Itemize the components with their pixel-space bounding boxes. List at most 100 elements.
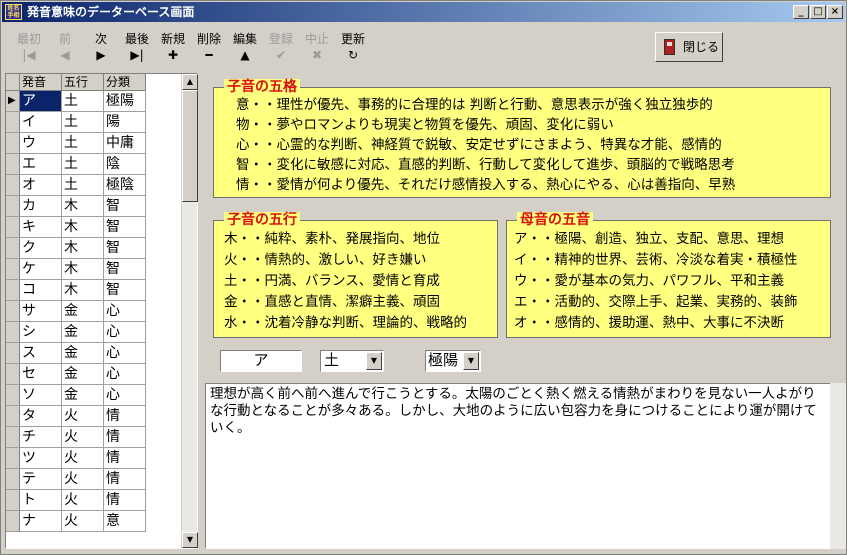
last-record-button[interactable]: 最後 ▶|	[119, 27, 155, 67]
row-indicator[interactable]	[6, 238, 20, 259]
cancel-edit-button[interactable]: 中止 ✖	[299, 27, 335, 67]
row-indicator[interactable]	[6, 133, 20, 154]
scroll-thumb[interactable]	[182, 90, 198, 202]
column-header-sound[interactable]: 発音	[20, 74, 62, 91]
table-row[interactable]: ウ土中庸	[6, 133, 181, 154]
element-cell[interactable]: 火	[62, 490, 104, 511]
element-cell[interactable]: 土	[62, 112, 104, 133]
chevron-down-icon[interactable]: ▼	[366, 352, 382, 370]
next-record-button[interactable]: 次 ▶	[83, 27, 119, 67]
element-cell[interactable]: 火	[62, 427, 104, 448]
element-cell[interactable]: 木	[62, 280, 104, 301]
category-cell[interactable]: 智	[104, 280, 146, 301]
column-header-element[interactable]: 五行	[62, 74, 104, 91]
row-indicator[interactable]	[6, 175, 20, 196]
category-select[interactable]: 極陽 ▼	[425, 350, 481, 372]
sound-cell[interactable]: ツ	[20, 448, 62, 469]
sound-cell[interactable]: ク	[20, 238, 62, 259]
table-row[interactable]: キ木智	[6, 217, 181, 238]
table-row[interactable]: イ土陽	[6, 112, 181, 133]
table-row[interactable]: ナ火意	[6, 511, 181, 532]
element-cell[interactable]: 火	[62, 511, 104, 532]
row-indicator[interactable]	[6, 280, 20, 301]
sound-cell[interactable]: シ	[20, 322, 62, 343]
category-cell[interactable]: 中庸	[104, 133, 146, 154]
category-cell[interactable]: 意	[104, 511, 146, 532]
title-bar[interactable]: 姓名手相 発音意味のデーターベース画面 _ □ ×	[2, 2, 845, 22]
category-cell[interactable]: 極陽	[104, 91, 146, 112]
row-indicator[interactable]	[6, 448, 20, 469]
category-cell[interactable]: 情	[104, 427, 146, 448]
category-cell[interactable]: 心	[104, 364, 146, 385]
row-indicator[interactable]	[6, 364, 20, 385]
sound-cell[interactable]: テ	[20, 469, 62, 490]
sound-cell[interactable]: ア	[20, 91, 62, 112]
category-cell[interactable]: 情	[104, 469, 146, 490]
table-row[interactable]: エ土陰	[6, 154, 181, 175]
table-row[interactable]: ツ火情	[6, 448, 181, 469]
category-cell[interactable]: 心	[104, 301, 146, 322]
sound-field[interactable]: ア	[220, 350, 302, 372]
sound-cell[interactable]: オ	[20, 175, 62, 196]
grid-vertical-scrollbar[interactable]: ▲ ▼	[181, 74, 198, 548]
table-row[interactable]: テ火情	[6, 469, 181, 490]
sound-cell[interactable]: イ	[20, 112, 62, 133]
element-select[interactable]: 土 ▼	[320, 350, 384, 372]
chevron-down-icon[interactable]: ▼	[463, 352, 479, 370]
row-indicator[interactable]	[6, 469, 20, 490]
element-cell[interactable]: 火	[62, 469, 104, 490]
minimize-button[interactable]: _	[793, 5, 809, 19]
scroll-down-arrow-icon[interactable]: ▼	[182, 532, 198, 548]
table-row[interactable]: サ金心	[6, 301, 181, 322]
row-indicator[interactable]	[6, 490, 20, 511]
table-row[interactable]: ▶ ア土極陽	[6, 91, 181, 112]
sound-cell[interactable]: キ	[20, 217, 62, 238]
sound-cell[interactable]: ソ	[20, 385, 62, 406]
category-cell[interactable]: 情	[104, 406, 146, 427]
column-header-category[interactable]: 分類	[104, 74, 146, 91]
row-indicator[interactable]	[6, 511, 20, 532]
element-cell[interactable]: 火	[62, 406, 104, 427]
table-row[interactable]: ソ金心	[6, 385, 181, 406]
element-cell[interactable]: 木	[62, 259, 104, 280]
element-cell[interactable]: 土	[62, 154, 104, 175]
new-record-button[interactable]: 新規 ✚	[155, 27, 191, 67]
category-cell[interactable]: 智	[104, 217, 146, 238]
element-cell[interactable]: 木	[62, 238, 104, 259]
sound-cell[interactable]: ケ	[20, 259, 62, 280]
current-row-indicator-icon[interactable]: ▶	[6, 91, 20, 112]
refresh-button[interactable]: 更新 ↻	[335, 27, 371, 67]
category-cell[interactable]: 心	[104, 385, 146, 406]
table-row[interactable]: ケ木智	[6, 259, 181, 280]
row-indicator[interactable]	[6, 406, 20, 427]
element-cell[interactable]: 木	[62, 217, 104, 238]
sound-grid[interactable]: 発音 五行 分類 ▶ ア土極陽イ土陽ウ土中庸エ土陰オ土極陰カ木智キ木智ク木智ケ木智…	[5, 73, 198, 549]
sound-cell[interactable]: エ	[20, 154, 62, 175]
category-cell[interactable]: 智	[104, 196, 146, 217]
element-cell[interactable]: 土	[62, 175, 104, 196]
sound-cell[interactable]: カ	[20, 196, 62, 217]
sound-cell[interactable]: ウ	[20, 133, 62, 154]
edit-record-button[interactable]: 編集 ▲	[227, 27, 263, 67]
description-textarea[interactable]: 理想が高く前へ前へ進んで行こうとする。太陽のごとく熱く燃える情熱がまわりを見ない…	[205, 383, 831, 549]
sound-cell[interactable]: タ	[20, 406, 62, 427]
table-row[interactable]: チ火情	[6, 427, 181, 448]
category-cell[interactable]: 情	[104, 490, 146, 511]
row-indicator[interactable]	[6, 427, 20, 448]
category-cell[interactable]: 情	[104, 448, 146, 469]
prev-record-button[interactable]: 前 ◀	[47, 27, 83, 67]
category-cell[interactable]: 極陰	[104, 175, 146, 196]
table-row[interactable]: ス金心	[6, 343, 181, 364]
table-row[interactable]: ク木智	[6, 238, 181, 259]
category-cell[interactable]: 心	[104, 322, 146, 343]
element-cell[interactable]: 金	[62, 322, 104, 343]
sound-cell[interactable]: サ	[20, 301, 62, 322]
close-window-button[interactable]: ×	[827, 5, 843, 19]
row-indicator[interactable]	[6, 154, 20, 175]
table-row[interactable]: タ火情	[6, 406, 181, 427]
element-cell[interactable]: 土	[62, 133, 104, 154]
element-cell[interactable]: 金	[62, 343, 104, 364]
row-indicator[interactable]	[6, 112, 20, 133]
row-indicator[interactable]	[6, 196, 20, 217]
scroll-up-arrow-icon[interactable]: ▲	[182, 74, 198, 90]
